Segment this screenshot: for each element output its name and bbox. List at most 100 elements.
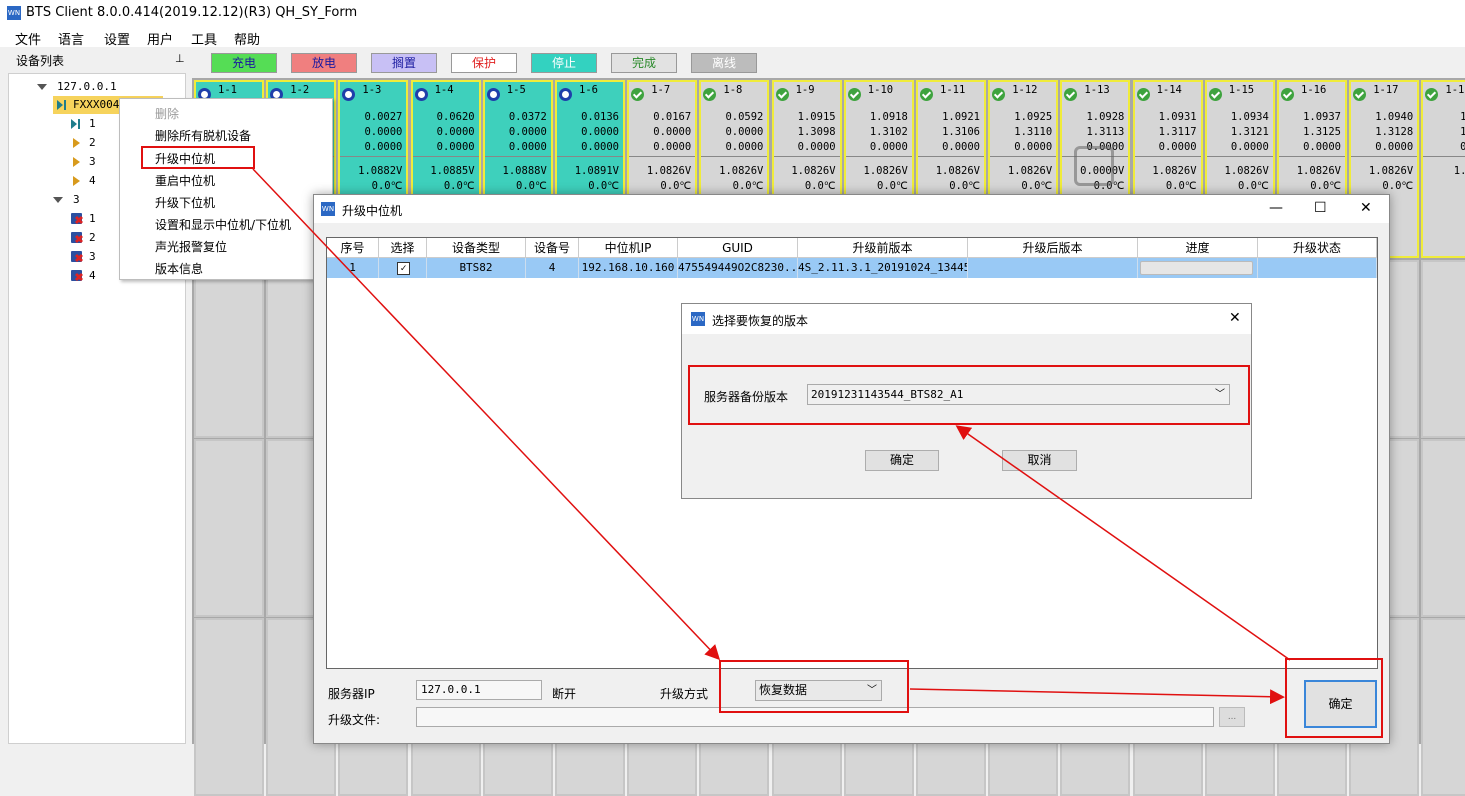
channel-readings: 1.0826V 0.0℃ xyxy=(936,164,980,194)
col-header[interactable]: 设备类型 xyxy=(427,238,526,258)
separator xyxy=(1134,156,1201,157)
window-title: BTS Client 8.0.0.414(2019.12.12)(R3) QH_… xyxy=(26,5,358,20)
channel-value: 0.0167 xyxy=(653,111,692,123)
channel-cell[interactable] xyxy=(1421,260,1465,438)
ctx-alarm-reset[interactable]: 声光报警复位 xyxy=(155,238,227,255)
menu-bar: 文件 语言 设置 用户 工具 帮助 xyxy=(0,27,1465,48)
upgrade-ok-button[interactable]: 确定 xyxy=(1304,680,1377,728)
legend-charge[interactable]: 充电 xyxy=(211,53,277,73)
col-header[interactable]: GUID xyxy=(678,238,798,258)
col-header[interactable]: 升级前版本 xyxy=(798,238,968,258)
channel-value: 0.0000 xyxy=(1303,141,1341,153)
col-header[interactable]: 序号 xyxy=(327,238,379,258)
disconnect-label[interactable]: 断开 xyxy=(552,685,576,702)
channel-id: 1-16 xyxy=(1301,84,1327,96)
voltage-reading: 1.0826V xyxy=(863,165,908,177)
channel-values: 0.0027 0.0000 0.0000 xyxy=(364,110,402,155)
pin-icon[interactable]: ⊥ xyxy=(175,52,185,65)
complete-icon xyxy=(703,88,717,101)
menu-settings[interactable]: 设置 xyxy=(104,29,130,48)
channel-value: 1.3113 xyxy=(1086,126,1125,138)
tree-node-label: 4 xyxy=(89,269,96,282)
temperature-reading: 0.0℃ xyxy=(877,180,908,192)
channel-id: 1-4 xyxy=(434,84,454,96)
progress-bar xyxy=(1140,261,1253,275)
legend-protect[interactable]: 保护 xyxy=(451,53,517,73)
ctx-restart-middle[interactable]: 重启中位机 xyxy=(155,172,215,189)
menu-file[interactable]: 文件 xyxy=(15,29,41,48)
expand-icon[interactable] xyxy=(37,84,47,90)
select-checkbox[interactable]: ✓ xyxy=(397,262,410,275)
channel-cell[interactable] xyxy=(194,260,264,438)
tree-node-server[interactable]: 127.0.0.1 xyxy=(37,78,177,96)
col-header[interactable]: 选择 xyxy=(379,238,427,258)
menu-user[interactable]: 用户 xyxy=(147,29,173,48)
browse-button[interactable]: ... xyxy=(1219,707,1245,727)
tree-node-label: 127.0.0.1 xyxy=(57,80,117,93)
table-row[interactable]: 1 ✓ BTS82 4 192.168.10.160 475549449O2C8… xyxy=(327,258,1377,278)
menu-language[interactable]: 语言 xyxy=(58,29,84,48)
voltage-reading: 1.0826V xyxy=(1152,165,1197,177)
channel-cell[interactable] xyxy=(194,439,264,617)
channel-id: 1-14 xyxy=(1156,84,1182,96)
temperature-reading: 0.0℃ xyxy=(1310,180,1341,192)
legend-offline[interactable]: 离线 xyxy=(691,53,757,73)
upgrade-file-input[interactable] xyxy=(416,707,1214,727)
maximize-icon[interactable]: ☐ xyxy=(1314,200,1327,216)
voltage-reading: 1.0826V xyxy=(1368,165,1414,177)
channel-paused-icon xyxy=(73,157,80,167)
channel-id: 1-13 xyxy=(1084,84,1110,96)
channel-value: 0.0000 xyxy=(364,141,403,153)
server-ip-input[interactable]: 127.0.0.1 xyxy=(416,680,542,700)
channel-id: 1-17 xyxy=(1373,84,1399,96)
channel-cell[interactable] xyxy=(194,618,264,796)
legend-stop[interactable]: 停止 xyxy=(531,53,597,73)
col-header[interactable]: 中位机IP xyxy=(579,238,678,258)
ctx-delete-offline[interactable]: 删除所有脱机设备 xyxy=(155,127,251,144)
channel-id: 1-2 xyxy=(290,84,310,96)
expand-icon[interactable] xyxy=(53,197,63,203)
channel-value: 1.0940 xyxy=(1375,111,1414,123)
channel-readings: 1.0888V 0.0℃ xyxy=(503,164,547,194)
window-titlebar: WN BTS Client 8.0.0.414(2019.12.12)(R3) … xyxy=(0,0,1465,27)
upgrade-mode-select[interactable]: 恢复数据 ﹀ xyxy=(755,680,882,701)
channel-value: 1.3110 xyxy=(1014,126,1053,138)
minimize-icon[interactable]: — xyxy=(1269,200,1283,216)
cell-ip: 192.168.10.160 xyxy=(579,258,678,278)
channel-cell[interactable]: 1-18 1.091.310.00 1.082 0.0 xyxy=(1421,80,1465,258)
channel-value: 0.0000 xyxy=(364,126,403,138)
restore-ok-button[interactable]: 确定 xyxy=(865,450,939,471)
close-icon[interactable]: ✕ xyxy=(1360,200,1372,216)
channel-cell[interactable] xyxy=(1421,618,1465,796)
close-icon[interactable]: ✕ xyxy=(1229,310,1241,326)
legend-complete[interactable]: 完成 xyxy=(611,53,677,73)
channel-value: 1.3102 xyxy=(869,126,908,138)
col-header[interactable]: 升级状态 xyxy=(1258,238,1377,258)
tree-node-label: 2 xyxy=(89,231,96,244)
tree-node-label: 1 xyxy=(89,117,96,130)
ctx-delete[interactable]: 删除 xyxy=(155,105,179,122)
channel-readings: 1.0826V 0.0℃ xyxy=(864,164,908,194)
ctx-set-display[interactable]: 设置和显示中位机/下位机 xyxy=(155,216,291,233)
temperature-reading: 0.0℃ xyxy=(1165,180,1197,192)
menu-help[interactable]: 帮助 xyxy=(234,29,260,48)
legend-rest[interactable]: 搁置 xyxy=(371,53,437,73)
backup-version-select[interactable]: 20191231143544_BTS82_A1 ﹀ xyxy=(807,384,1230,405)
ctx-version-info[interactable]: 版本信息 xyxy=(155,260,203,277)
col-header[interactable]: 升级后版本 xyxy=(968,238,1138,258)
col-header[interactable]: 进度 xyxy=(1138,238,1258,258)
menu-tools[interactable]: 工具 xyxy=(191,29,217,48)
separator xyxy=(1351,156,1418,157)
legend-discharge[interactable]: 放电 xyxy=(291,53,357,73)
channel-cell[interactable] xyxy=(1421,439,1465,617)
complete-icon xyxy=(847,88,861,101)
col-header[interactable]: 设备号 xyxy=(526,238,579,258)
channel-value: 1.3128 xyxy=(1375,126,1414,138)
separator xyxy=(773,156,840,157)
channel-value: 0.0372 xyxy=(508,111,547,123)
separator xyxy=(990,156,1057,157)
ctx-upgrade-lower[interactable]: 升级下位机 xyxy=(155,194,215,211)
channel-readings: 1.0826V 0.0℃ xyxy=(1297,164,1341,194)
ctx-upgrade-middle[interactable]: 升级中位机 xyxy=(155,150,215,167)
restore-cancel-button[interactable]: 取消 xyxy=(1002,450,1077,471)
